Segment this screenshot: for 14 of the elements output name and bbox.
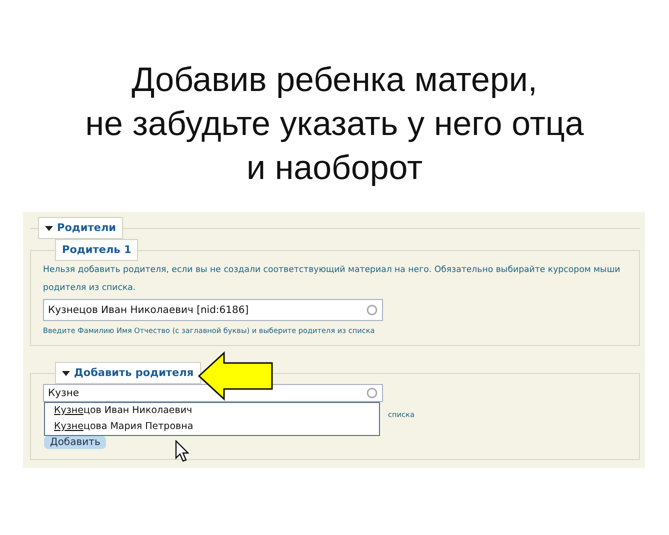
suggestion-item[interactable]: Кузнецов Иван Николаевич [45, 403, 379, 419]
suggestion-item[interactable]: Кузнецова Мария Петровна [45, 419, 379, 435]
mouse-cursor-icon [175, 440, 189, 462]
section-legend[interactable]: Добавить родителя [55, 362, 201, 384]
arrow-icon [197, 351, 275, 401]
input-field[interactable]: Кузне [43, 384, 383, 402]
input-field[interactable]: Кузнецов Иван Николаевич [nid:6186] [43, 299, 383, 321]
slide-title: Добавив ребенка матери, не забудьте указать у него отца и наоборот [85, 60, 584, 189]
circle-icon [366, 304, 378, 316]
section-legend: Родитель 1 [55, 239, 138, 261]
section-legend[interactable]: Родители [38, 217, 124, 239]
circle-icon [366, 387, 378, 399]
note-text: Нельзя добавить родителя, если вы не создали соответствующий материал на него. Обязательно выбирайте курсором мыши родителя из списка. [43, 264, 622, 295]
add-button[interactable]: Добавить [44, 436, 106, 449]
